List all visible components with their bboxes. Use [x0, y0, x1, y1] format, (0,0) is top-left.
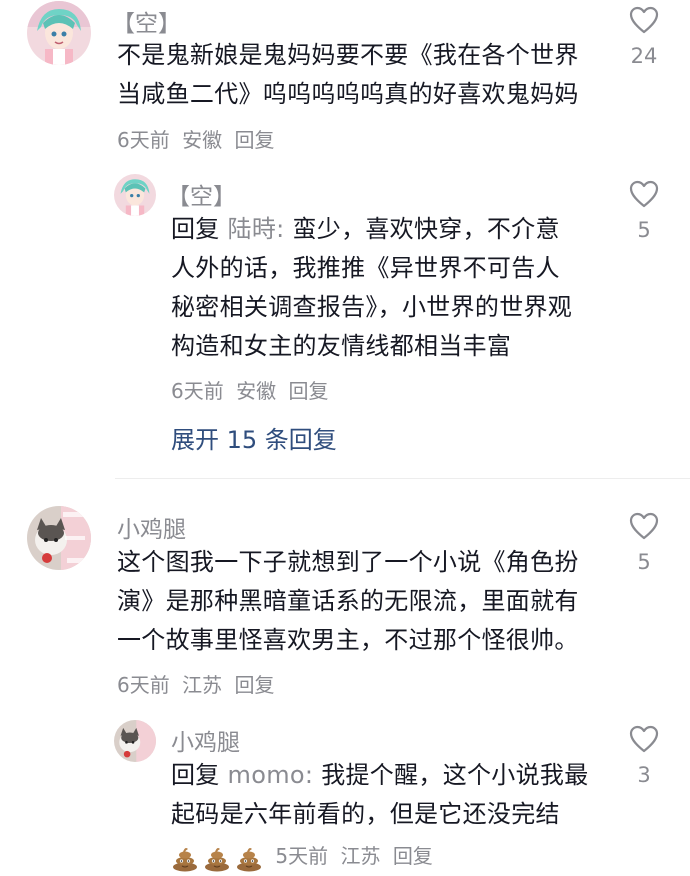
comment-time: 6天前: [117, 673, 170, 697]
reply-text: 回复 momo: 我提个醒，这个小说我最 起码是六年前看的，但是它还没完结: [171, 756, 589, 834]
emoji-row: [171, 844, 263, 872]
comment-text-line: 一个故事里怪喜欢男主，不过那个怪很帅。: [117, 626, 579, 654]
comment-username[interactable]: 小鸡腿: [117, 510, 186, 544]
comment-text: 这个图我一下子就想到了一个小说《角色扮 演》是那种黑暗童话系的无限流，里面就有 …: [117, 543, 579, 660]
comment-text-line: 这个图我一下子就想到了一个小说《角色扮: [117, 548, 579, 576]
comment-meta: 6天前 江苏 回复: [117, 669, 280, 698]
poop-emoji-icon: [173, 847, 197, 871]
reply-prefix: 回复: [171, 761, 220, 789]
like-button[interactable]: 3: [614, 725, 674, 787]
comment-2: 小鸡腿 这个图我一下子就想到了一个小说《角色扮 演》是那种黑暗童话系的无限流，里…: [0, 0, 690, 876]
reply-button[interactable]: 回复: [393, 844, 433, 868]
reply-location: 江苏: [340, 844, 381, 868]
heart-outline-icon: [629, 512, 659, 540]
reply-button[interactable]: 回复: [234, 673, 274, 697]
reply-time: 5天前: [275, 844, 329, 868]
like-count: 3: [637, 763, 651, 787]
comment-text-line: 演》是那种黑暗童话系的无限流，里面就有: [117, 587, 579, 615]
comment-location: 江苏: [182, 673, 223, 697]
reply-text-line: 回复 momo: 我提个醒，这个小说我最: [171, 756, 589, 795]
reply-meta: 5天前 江苏 回复: [171, 840, 439, 872]
heart-outline-icon: [629, 725, 659, 753]
reply-text-segment: 我提个醒，这个小说我最: [313, 761, 589, 789]
reply-text-line: 起码是六年前看的，但是它还没完结: [171, 800, 560, 828]
reply-username[interactable]: 小鸡腿: [171, 723, 240, 757]
like-button[interactable]: 5: [614, 512, 674, 574]
reply-avatar[interactable]: [114, 720, 156, 762]
poop-emoji-icon: [237, 847, 261, 871]
avatar-cat-image: [27, 506, 91, 570]
avatar[interactable]: [27, 506, 91, 570]
reply-target-user[interactable]: momo:: [228, 761, 314, 789]
poop-emoji-icon: [205, 847, 229, 871]
like-count: 5: [637, 550, 651, 574]
avatar-cat-image: [114, 720, 156, 762]
